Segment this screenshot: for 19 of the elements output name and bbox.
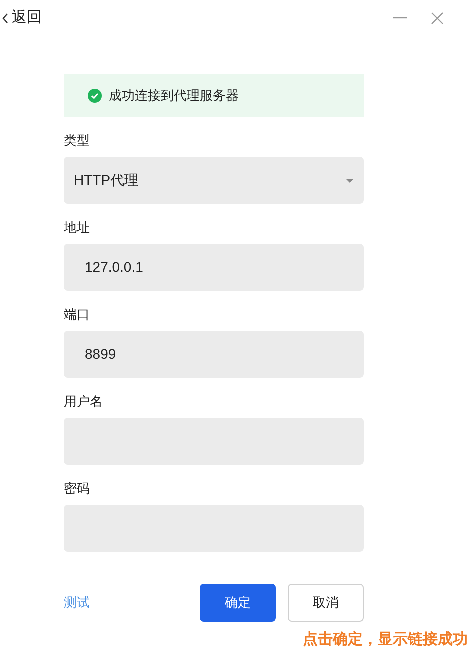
field-label: 用户名 [64,393,104,411]
field-label: 类型 [64,132,91,150]
annotation-text: 点击确定，显示链接成功 [303,630,468,649]
back-button[interactable]: 返回 [2,6,42,30]
caret-down-icon [346,178,354,182]
chevron-left-icon [2,12,9,24]
confirm-button[interactable]: 确定 [200,584,276,622]
type-select[interactable]: HTTP代理 [64,157,364,204]
field-label: 端口 [64,306,91,324]
notice-text: 成功连接到代理服务器 [109,86,239,105]
input-field[interactable]: 8899 [64,331,364,378]
minimize-icon[interactable] [393,17,407,19]
back-label: 返回 [12,8,42,28]
check-circle-icon [88,88,102,102]
cancel-button[interactable]: 取消 [288,584,364,622]
input-field[interactable]: 127.0.0.1 [64,244,364,291]
field-label: 密码 [64,480,91,498]
close-icon[interactable] [431,12,444,24]
field-label: 地址 [64,219,91,237]
